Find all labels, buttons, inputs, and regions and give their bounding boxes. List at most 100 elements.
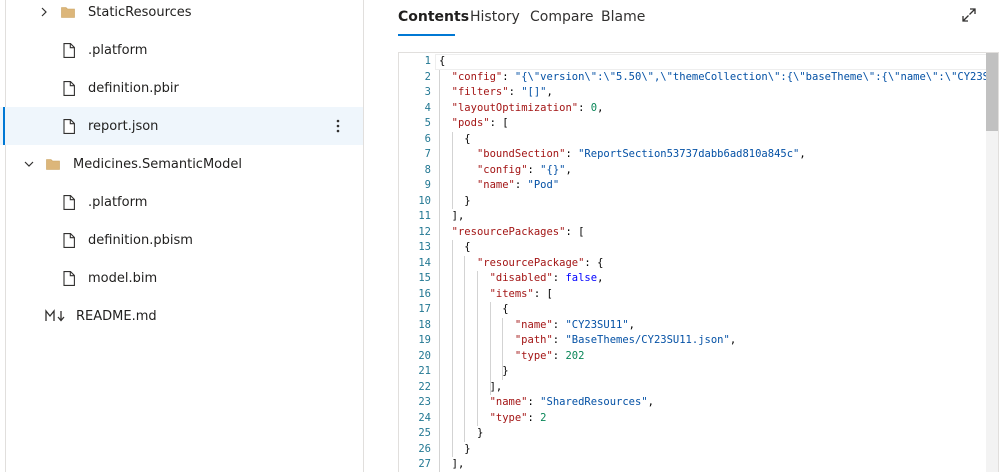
code-line: 18 "name": "CY23SU11", [399,318,989,334]
tree-item-label: model.bim [88,270,158,286]
line-number: 24 [418,411,431,424]
code-line: 1{ [399,54,995,70]
code-text: "layoutOptimization": 0, [451,101,604,114]
expand-icon[interactable] [961,7,977,23]
line-number: 5 [424,117,431,129]
scrollbar-thumb[interactable] [986,53,998,131]
code-line: 16 "items": [ [399,287,989,303]
tab-contents[interactable]: Contents [398,6,469,28]
code-line: 24 "type": 2 [399,411,989,427]
file-explorer: StaticResources .platform definition.pbir r… [0,0,364,472]
file-viewer: Contents History Compare Blame 1{2 "conf… [364,0,999,472]
code-text: "config": "{}", [476,163,572,176]
code-text: } [464,194,471,207]
tab-compare[interactable]: Compare [530,6,594,28]
chevron-right-icon[interactable] [37,5,51,19]
tree-item[interactable]: .platform [0,31,363,69]
tree-item[interactable]: .platform [0,183,363,221]
code-text: "name": "SharedResources", [489,396,654,408]
code-line: 14 "resourcePackage": { [399,256,989,272]
line-number: 2 [424,70,431,83]
code-text: } [502,365,509,377]
file-icon [61,194,77,210]
code-line: 23 "name": "SharedResources", [399,395,989,411]
line-number: 1 [424,55,431,67]
code-text: { [502,303,509,315]
code-text: "items": [ [489,287,553,300]
indent-guide [451,131,453,209]
tab-blame[interactable]: Blame [601,6,645,28]
code-line: 21 } [399,364,989,380]
tree-item[interactable]: report.json [0,107,363,145]
code-text: "resourcePackages": [ [451,225,585,238]
code-line: 9 "name": "Pod" [399,178,989,194]
indent-guide [464,255,466,442]
line-number: 14 [418,256,431,269]
line-number: 26 [418,442,431,455]
code-text: "boundSection": "ReportSection53737dabb6… [476,148,806,160]
code-text: "pods": [ [451,117,509,129]
code-line: 6 { [399,132,989,148]
tree-item[interactable]: README.md [0,297,363,335]
tree-item-label: .platform [88,42,148,58]
code-line: 3 "filters": "[]", [399,85,989,101]
tree-item[interactable]: model.bim [0,259,363,297]
tree-item-label: definition.pbism [88,232,193,248]
code-editor[interactable]: 1{2 "config": "{\"version\":\"5.50\",\"t… [398,52,999,472]
line-number: 18 [418,318,431,331]
line-number: 7 [424,148,431,160]
code-line: 11 ], [399,209,989,225]
code-text: { [464,132,471,145]
line-number: 23 [418,396,431,408]
tree-item[interactable]: Medicines.SemanticModel [0,145,363,183]
tree-item[interactable]: StaticResources [0,0,363,31]
code-line: 17 { [399,302,989,318]
code-line: 5 "pods": [ [399,116,989,132]
line-number: 8 [424,163,431,176]
code-text: "name": "CY23SU11", [514,318,635,331]
indent-guide [439,69,440,472]
code-line: 20 "type": 202 [399,349,989,365]
tree-item-label: Medicines.SemanticModel [73,156,242,172]
code-text: } [464,442,471,455]
line-number: 12 [418,225,431,238]
line-number: 22 [418,380,431,393]
code-text: } [476,427,484,439]
line-number: 3 [424,86,431,98]
tab-history[interactable]: History [470,6,520,28]
code-text: "name": "Pod" [476,179,560,191]
code-line: 22 ], [399,380,989,396]
indent-guide [502,317,504,380]
line-number: 25 [418,427,431,439]
code-text: { [464,241,471,253]
code-text: "filters": "[]", [451,86,553,98]
tree-item[interactable]: definition.pbir [0,69,363,107]
line-number: 16 [418,287,431,300]
code-line: 27 ], [399,457,989,472]
folder-icon [60,4,76,20]
code-line: 26 } [399,442,989,458]
folder-icon [45,156,61,172]
tree-item-label: README.md [76,308,157,324]
line-number: 17 [418,303,431,315]
line-number: 15 [418,272,431,284]
tree-item-label: StaticResources [88,4,192,20]
file-icon [61,270,77,286]
line-number: 4 [424,101,431,114]
file-icon [61,232,77,248]
editor-scrollbar[interactable] [986,53,998,472]
more-options-icon[interactable] [331,116,345,136]
code-text: ], [451,458,465,470]
code-line: 10 } [399,194,989,210]
code-line: 12 "resourcePackages": [ [399,225,989,241]
active-tab-indicator [398,34,455,36]
line-number: 10 [418,194,431,207]
tree-item[interactable]: definition.pbism [0,221,363,259]
code-text: ], [489,380,503,393]
tree-item-label: report.json [88,118,159,134]
chevron-down-icon[interactable] [22,157,36,171]
line-number: 20 [418,349,431,362]
code-text: "type": 2 [489,411,547,424]
code-text: "path": "BaseThemes/CY23SU11.json", [514,334,737,346]
code-line: 4 "layoutOptimization": 0, [399,101,989,117]
